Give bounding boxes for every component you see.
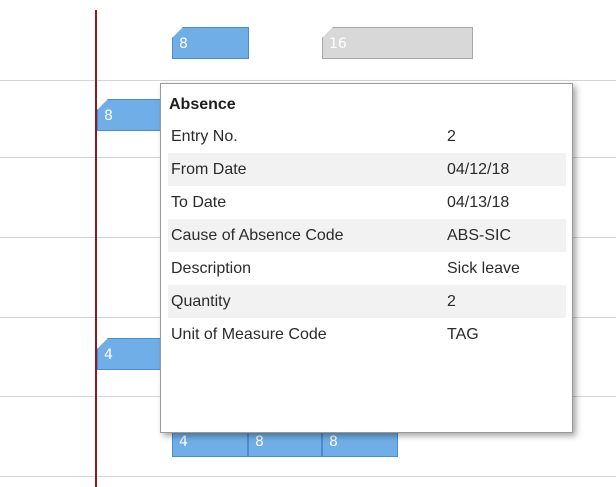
field-label: Cause of Absence Code <box>171 226 344 244</box>
field-value: TAG <box>447 325 479 343</box>
field-label: Unit of Measure Code <box>171 325 327 343</box>
field-value: ABS-SIC <box>447 226 512 244</box>
row-gridline <box>0 476 616 477</box>
field-value: 2 <box>447 127 456 145</box>
field-label: Description <box>171 259 252 277</box>
field-label: Entry No. <box>171 127 238 145</box>
tooltip-row-unit-of-measure: Unit of Measure Code TAG <box>168 318 566 351</box>
bar-label: 8 <box>104 108 113 124</box>
bar-label: 16 <box>329 36 347 52</box>
row-gridline <box>0 80 616 81</box>
tooltip-row-entry-no: Entry No. 2 <box>168 120 566 153</box>
absence-tooltip: Absence Entry No. 2 From Date 04/12/18 T… <box>160 83 573 433</box>
tooltip-row-quantity: Quantity 2 <box>168 285 566 318</box>
bar-label: 4 <box>104 347 113 363</box>
tooltip-title: Absence <box>169 96 236 113</box>
tooltip-row-cause-code: Cause of Absence Code ABS-SIC <box>168 219 566 252</box>
bar-label: 8 <box>179 36 188 52</box>
tooltip-row-from-date: From Date 04/12/18 <box>168 153 566 186</box>
schedule-bar[interactable]: 16 <box>322 27 473 59</box>
today-marker-line <box>95 10 97 487</box>
tooltip-row-description: Description Sick leave <box>168 252 566 285</box>
field-value: 04/13/18 <box>447 193 510 211</box>
schedule-bar[interactable]: 8 <box>172 27 249 59</box>
field-label: To Date <box>171 193 227 211</box>
field-value: 04/12/18 <box>447 160 510 178</box>
tooltip-row-to-date: To Date 04/13/18 <box>168 186 566 219</box>
field-label: From Date <box>171 160 247 178</box>
field-value: Sick leave <box>447 259 520 277</box>
field-label: Quantity <box>171 292 231 310</box>
field-value: 2 <box>447 292 456 310</box>
